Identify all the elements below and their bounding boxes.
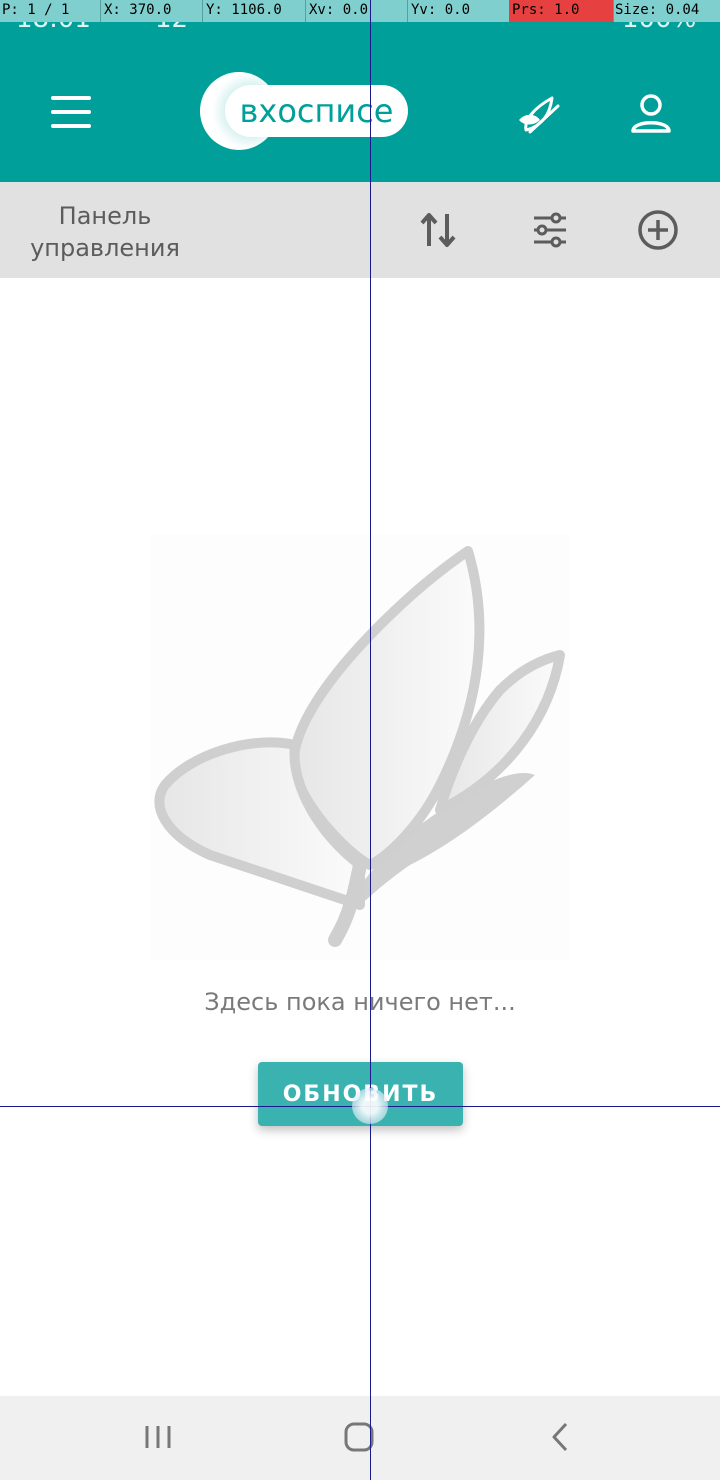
home-icon — [344, 1422, 374, 1452]
debug-pointer: P: 1 / 1 — [2, 2, 70, 18]
add-circle-icon — [638, 210, 678, 250]
back-button[interactable] — [540, 1418, 580, 1458]
menu-icon-line — [51, 124, 91, 128]
leaf-button[interactable] — [516, 92, 562, 136]
recent-apps-button[interactable] — [138, 1418, 178, 1458]
debug-size: Size: 0.04 — [615, 2, 700, 18]
system-navigation-bar — [0, 1396, 720, 1480]
recent-apps-icon — [145, 1426, 171, 1448]
empty-state-illustration — [150, 535, 570, 960]
filter-icon — [534, 212, 566, 248]
debug-y: Y: 1106.0 — [206, 2, 282, 18]
debug-xv: Xv: 0.0 — [309, 2, 369, 18]
app-bar: вхосписе — [0, 0, 720, 182]
toolbar: Панель управления — [0, 182, 720, 278]
home-button[interactable] — [338, 1418, 378, 1458]
menu-icon-line — [51, 110, 91, 114]
menu-icon — [51, 96, 91, 100]
debug-x: X: 370.0 — [104, 2, 172, 18]
profile-button[interactable] — [630, 94, 672, 134]
back-icon — [552, 1422, 568, 1452]
add-button[interactable] — [636, 208, 680, 252]
pointer-crosshair-vertical — [370, 0, 371, 1480]
menu-button[interactable] — [51, 96, 91, 128]
sort-button[interactable] — [416, 208, 460, 252]
app-logo: вхосписе — [200, 72, 410, 152]
filter-button[interactable] — [528, 208, 572, 252]
butterfly-icon — [154, 546, 565, 947]
leaf-icon — [519, 96, 560, 134]
pointer-location-overlay: P: 1 / 1 X: 370.0 Y: 1106.0 Xv: 0.0 Yv: … — [0, 0, 720, 22]
sort-icon — [420, 213, 456, 247]
debug-prs: Prs: 1.0 — [512, 2, 580, 18]
page-title: Панель управления — [30, 202, 180, 262]
profile-icon — [631, 94, 671, 133]
empty-state-message: Здесь пока ничего нет... — [204, 988, 516, 1016]
debug-yv: Yv: 0.0 — [411, 2, 471, 18]
touch-indicator — [352, 1088, 388, 1124]
logo-text: вхосписе — [225, 85, 408, 137]
